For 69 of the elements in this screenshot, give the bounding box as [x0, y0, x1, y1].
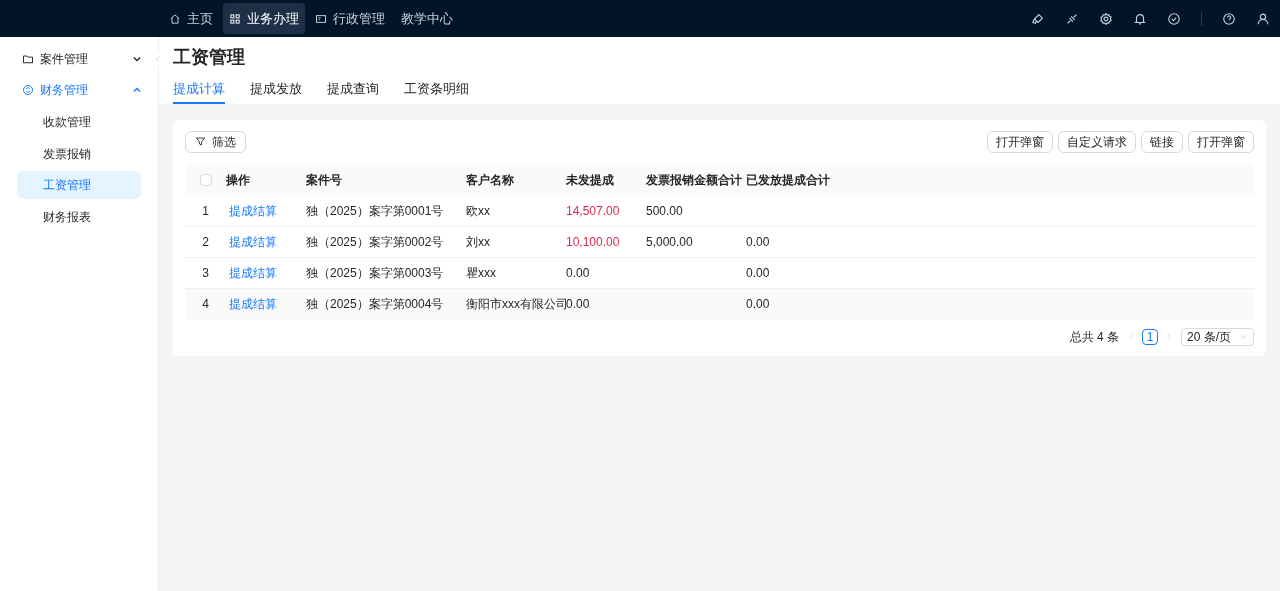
tab[interactable]: 提成计算 [173, 79, 225, 104]
table-cell: 独（2025）案字第0001号 [306, 203, 444, 218]
select-all-checkbox[interactable] [199, 173, 212, 186]
column-header: 操作 [226, 172, 250, 187]
sidebar-group[interactable]: 财务管理 [0, 74, 158, 105]
row-number: 2 [202, 233, 209, 251]
column-header: 发票报销金额合计 [646, 172, 742, 187]
bell-icon[interactable] [1133, 11, 1147, 26]
action-button[interactable]: 链接 [1141, 130, 1183, 153]
column-header: 客户名称 [466, 172, 514, 187]
sidebar-item[interactable]: 收款管理 [17, 108, 141, 136]
sidebar-group[interactable]: 案件管理 [0, 43, 158, 74]
total-count: 总共 4 条 [1069, 328, 1119, 346]
row-number: 3 [202, 264, 209, 282]
column-header: 案件号 [306, 172, 342, 187]
id-card-icon [315, 12, 327, 25]
help-icon[interactable] [1222, 11, 1236, 26]
brush-icon[interactable] [1031, 11, 1045, 26]
table-cell: 独（2025）案字第0003号 [306, 265, 444, 280]
nav-tab[interactable]: 主页 [163, 3, 219, 34]
nav-tab[interactable]: 业务办理 [223, 3, 305, 34]
sidebar-item[interactable]: 工资管理 [17, 171, 141, 199]
sidebar-item[interactable]: 财务报表 [17, 202, 141, 231]
grid-icon [229, 12, 241, 25]
table-cell: 独（2025）案字第0004号 [306, 296, 444, 311]
user-icon[interactable] [1256, 11, 1270, 26]
sidebar-item[interactable]: 发票报销 [17, 139, 141, 168]
row-number: 4 [202, 295, 209, 313]
table-cell: 5,000.00 [646, 234, 693, 249]
column-header: 未发提成 [566, 172, 614, 187]
settle-link[interactable]: 提成结算 [229, 265, 277, 280]
nav-tab[interactable]: 行政管理 [309, 3, 391, 34]
table-cell: 欧xx [466, 203, 490, 218]
previous-page-icon [1127, 332, 1136, 341]
action-button[interactable]: 打开弹窗 [987, 130, 1053, 153]
table-cell: 刘xx [466, 234, 490, 249]
refresh-circle-icon [22, 83, 34, 96]
page-title: 工资管理 [173, 46, 246, 69]
settings-icon[interactable] [1099, 11, 1113, 26]
settle-link[interactable]: 提成结算 [229, 296, 277, 311]
nav-tab[interactable]: 教学中心 [395, 3, 459, 34]
table-cell: 500.00 [646, 203, 683, 218]
next-page-icon [1164, 332, 1173, 341]
table-cell: 0.00 [566, 265, 590, 280]
tab[interactable]: 提成发放 [250, 79, 302, 104]
filter-button[interactable]: 筛选 [185, 130, 246, 153]
table-cell: 10,100.00 [566, 234, 620, 249]
settle-link[interactable]: 提成结算 [229, 203, 277, 218]
action-button[interactable]: 自定义请求 [1058, 130, 1136, 153]
table-cell: 0.00 [566, 296, 590, 311]
filter-icon [195, 136, 206, 147]
table-cell: 14,507.00 [566, 203, 620, 218]
table-cell: 0.00 [746, 265, 770, 280]
folder-icon [22, 52, 34, 65]
table-cell: 0.00 [746, 234, 770, 249]
table-cell: 瞿xxx [466, 265, 496, 280]
table-cell: 0.00 [746, 296, 770, 311]
tab[interactable]: 工资条明细 [404, 79, 469, 104]
page-button[interactable]: 1 [1142, 328, 1158, 345]
row-number: 1 [202, 202, 209, 220]
settle-link[interactable]: 提成结算 [229, 234, 277, 249]
check-circle-icon[interactable] [1167, 11, 1181, 26]
page-size-select[interactable]: 20 条/页 [1181, 327, 1254, 346]
table-cell: 独（2025）案字第0002号 [306, 234, 444, 249]
caret-icon [1239, 332, 1248, 341]
action-button[interactable]: 打开弹窗 [1188, 130, 1254, 153]
home-icon [169, 12, 181, 25]
tab[interactable]: 提成查询 [327, 79, 379, 104]
column-header: 已发放提成合计 [746, 172, 830, 187]
